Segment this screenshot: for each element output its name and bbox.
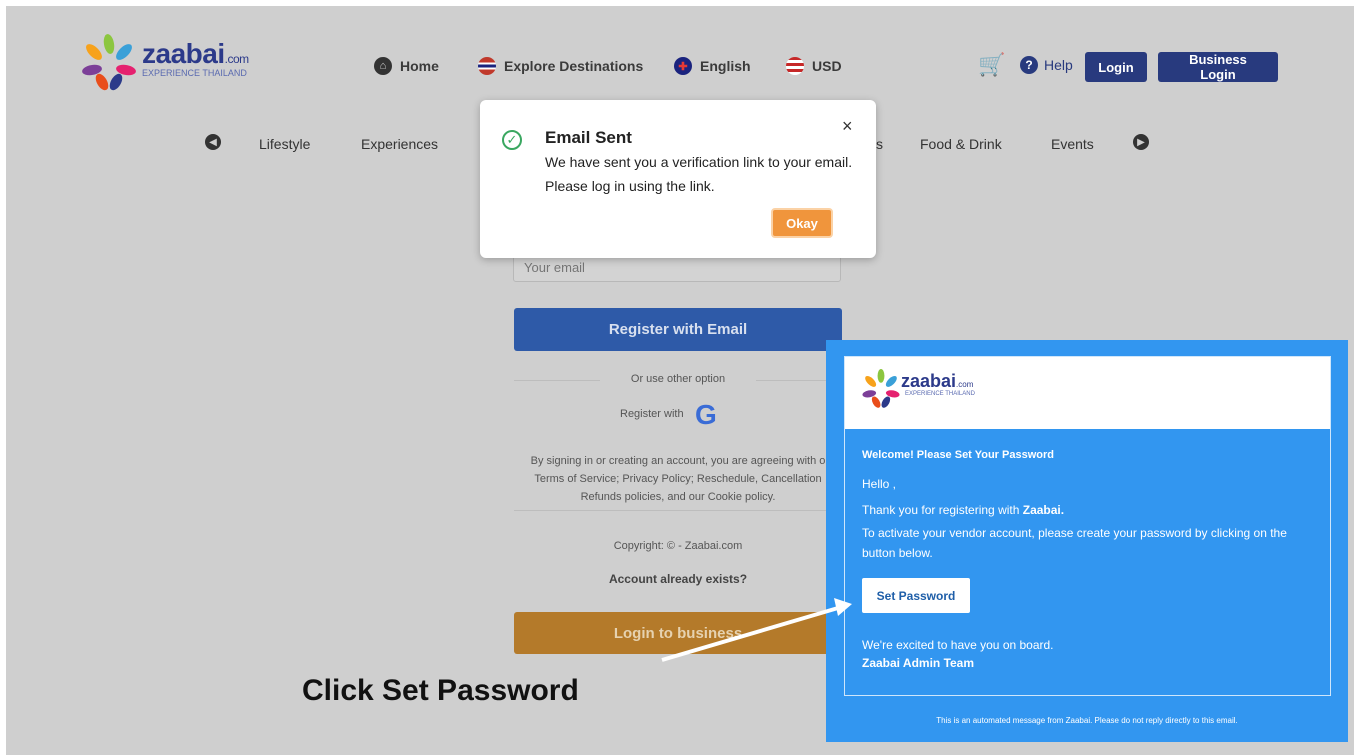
annotation-caption: Click Set Password (302, 674, 579, 707)
annotation-arrow-icon (661, 598, 852, 662)
